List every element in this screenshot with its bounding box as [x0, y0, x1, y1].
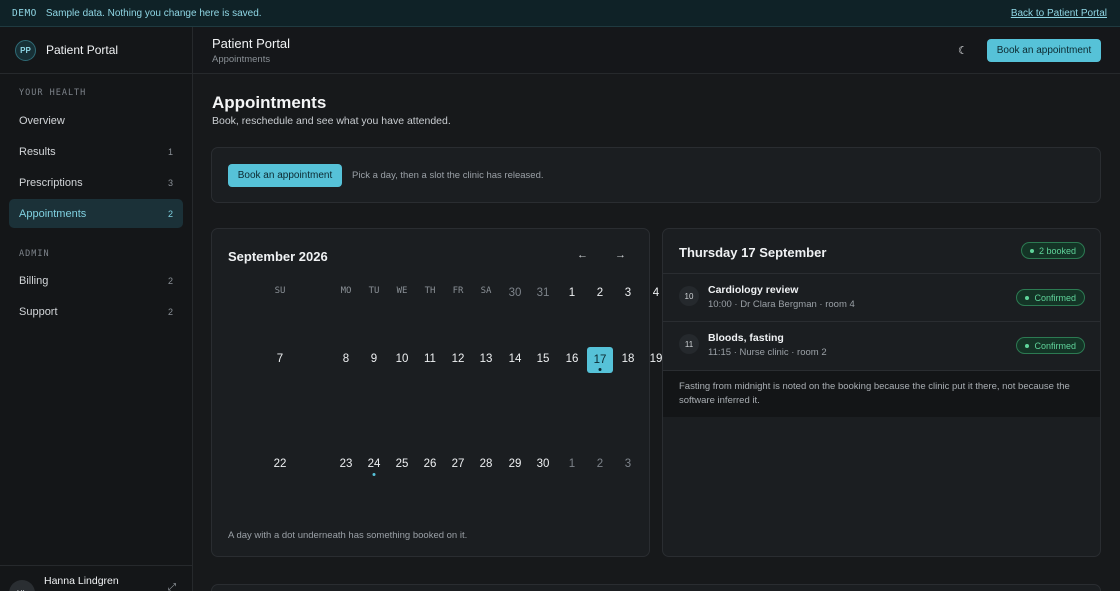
calendar-day[interactable]: 31 [530, 287, 556, 299]
calendar-day[interactable]: 22 [267, 458, 293, 470]
avatar: HL [9, 580, 35, 591]
calendar-day[interactable]: 24 [361, 458, 387, 470]
header-book-button[interactable]: Book an appointment [987, 39, 1101, 62]
day-panel-title: Thursday 17 September [679, 245, 827, 260]
section-label-your-health: YOUR HEALTH [19, 88, 87, 98]
demo-tag: DEMO [12, 7, 37, 19]
calendar-day[interactable]: 13 [473, 353, 499, 365]
sidebar-item-billing[interactable]: Billing 2 [9, 266, 183, 295]
sidebar-item-results[interactable]: Results 1 [9, 137, 183, 166]
calendar-day[interactable]: 28 [473, 458, 499, 470]
user-menu[interactable]: HL Hanna Lindgren ⤢ [0, 565, 193, 591]
sidebar-item-count: 2 [167, 208, 173, 219]
sidebar-item-count: 2 [167, 275, 173, 286]
status-badge: Confirmed [1016, 289, 1085, 306]
sidebar-item-label: Results [19, 145, 56, 158]
calendar-day[interactable]: 3 [615, 287, 641, 299]
weekday-su: SU [274, 286, 286, 296]
appointment-title: Bloods, fasting [708, 332, 784, 344]
calendar-day[interactable]: 2 [587, 458, 613, 470]
logo: PP [15, 39, 36, 61]
weekday-we: WE [396, 286, 408, 296]
section-label-admin: ADMIN [19, 249, 50, 259]
calendar-day[interactable]: 23 [333, 458, 359, 470]
sidebar-item-overview[interactable]: Overview [9, 106, 183, 135]
next-month-icon[interactable]: → [615, 249, 626, 261]
calendar-day[interactable]: 3 [615, 458, 641, 470]
weekday-th: TH [424, 286, 436, 296]
calendar-day[interactable]: 25 [389, 458, 415, 470]
appointment-row[interactable]: 10 Cardiology review 10:00 · Dr Clara Be… [663, 273, 1100, 321]
header-title: Patient Portal [212, 36, 291, 51]
status-badge: Confirmed [1016, 337, 1085, 354]
calendar-month: September 2026 [228, 249, 328, 264]
appointment-row[interactable]: 11 Bloods, fasting 11:15 · Nurse clinic … [663, 321, 1100, 369]
sidebar-item-label: Prescriptions [19, 176, 83, 189]
expand-icon[interactable]: ⤢ [168, 582, 176, 591]
page-subtitle: Book, reschedule and see what you have a… [212, 115, 451, 127]
moon-icon[interactable]: ☾ [958, 44, 968, 57]
calendar-day[interactable]: 1 [559, 458, 585, 470]
calendar-day[interactable]: 30 [502, 287, 528, 299]
booking-card: Book an appointment Pick a day, then a s… [211, 147, 1101, 203]
brand[interactable]: PP Patient Portal [0, 27, 192, 74]
breadcrumb: Appointments [212, 54, 271, 65]
user-name: Hanna Lindgren [44, 575, 119, 587]
book-appointment-button[interactable]: Book an appointment [228, 164, 342, 187]
sidebar: PP Patient Portal YOUR HEALTH Overview R… [0, 27, 193, 591]
sidebar-item-count: 2 [167, 306, 173, 317]
sidebar-item-label: Billing [19, 274, 49, 287]
demo-banner: DEMO Sample data. Nothing you change her… [0, 0, 1120, 27]
demo-text: Sample data. Nothing you change here is … [45, 7, 262, 19]
appointment-day: 11 [679, 334, 699, 354]
sidebar-item-label: Support [19, 305, 58, 318]
booking-dot [598, 368, 602, 371]
weekday-tu: TU [368, 286, 380, 296]
calendar-day[interactable]: 29 [502, 458, 528, 470]
sidebar-item-label: Appointments [19, 207, 87, 220]
sidebar-item-appointments[interactable]: Appointments 2 [9, 199, 183, 228]
next-section-card [211, 584, 1101, 591]
booking-hint: Pick a day, then a slot the clinic has r… [352, 170, 544, 181]
brand-name: Patient Portal [46, 43, 119, 57]
weekday-mo: MO [340, 286, 352, 296]
sidebar-item-prescriptions[interactable]: Prescriptions 3 [9, 168, 183, 197]
calendar-day[interactable]: 27 [445, 458, 471, 470]
calendar-day[interactable]: 12 [445, 353, 471, 365]
calendar-day[interactable]: 30 [530, 458, 556, 470]
calendar-day[interactable]: 14 [502, 353, 528, 365]
weekday-sa: SA [480, 286, 492, 296]
sidebar-item-count: 1 [167, 146, 173, 157]
calendar-day[interactable]: 9 [361, 353, 387, 365]
calendar-day[interactable]: 7 [267, 353, 293, 365]
calendar-card: September 2026 ← → A day with a dot unde… [211, 228, 718, 557]
page-title: Appointments [212, 93, 327, 112]
booking-note: Fasting from midnight is noted on the bo… [663, 370, 1100, 417]
booked-badge: 2 booked [1020, 242, 1085, 259]
appointment-meta: 11:15 · Nurse clinic · room 2 [708, 347, 827, 358]
calendar-day[interactable]: 10 [389, 353, 415, 365]
calendar-day[interactable]: 18 [615, 353, 641, 365]
top-bar: Patient Portal Appointments ☾ Book an ap… [193, 27, 1120, 74]
calendar-day[interactable]: 15 [530, 353, 556, 365]
appointment-title: Cardiology review [708, 284, 799, 296]
back-to-portal-link[interactable]: Back to Patient Portal [1011, 8, 1107, 19]
appointment-meta: 10:00 · Dr Clara Bergman · room 4 [708, 299, 855, 310]
sidebar-item-label: Overview [19, 114, 65, 127]
sidebar-item-support[interactable]: Support 2 [9, 297, 183, 326]
booking-dot [372, 473, 376, 476]
calendar-day[interactable]: 2 [587, 287, 613, 299]
calendar-day[interactable]: 11 [417, 353, 443, 365]
calendar-day[interactable]: 26 [417, 458, 443, 470]
weekday-fr: FR [452, 286, 464, 296]
sidebar-item-count: 3 [167, 177, 173, 188]
calendar-footnote: A day with a dot underneath has somethin… [228, 530, 468, 541]
calendar-day[interactable]: 8 [333, 353, 359, 365]
calendar-day[interactable]: 1 [559, 287, 585, 299]
calendar-day[interactable]: 16 [559, 353, 585, 365]
day-panel: Thursday 17 September 2 booked 10 Cardio… [662, 228, 1101, 557]
prev-month-icon[interactable]: ← [577, 249, 588, 261]
appointment-day: 10 [679, 286, 699, 306]
